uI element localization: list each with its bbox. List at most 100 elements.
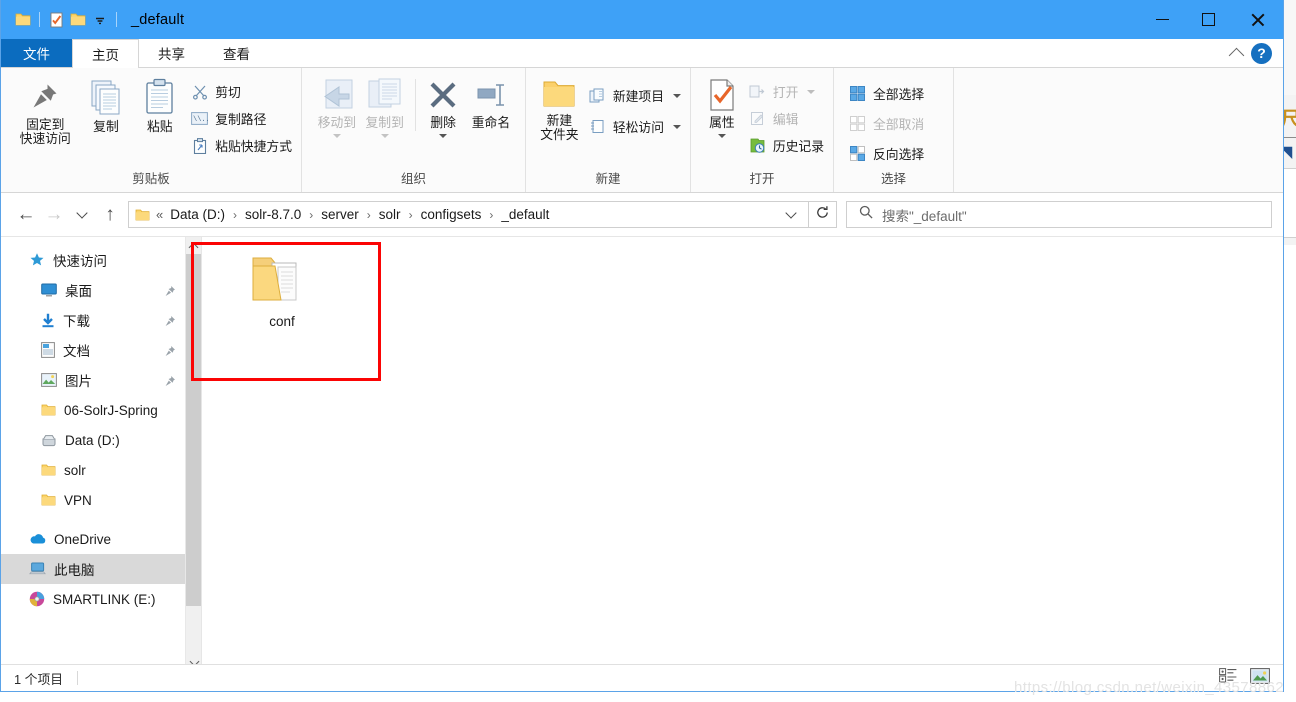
properties-check-icon[interactable] [45, 9, 67, 31]
new-folder-label-1: 新建 [546, 113, 573, 128]
new-folder-icon[interactable] [67, 9, 89, 31]
scrollbar-thumb[interactable] [186, 254, 202, 606]
select-all-button[interactable]: 全部选择 [848, 82, 924, 105]
minimize-button[interactable] [1139, 0, 1185, 39]
folder-icon[interactable] [12, 9, 34, 31]
tab-file[interactable]: 文件 [1, 39, 72, 67]
paste-button[interactable]: 粘贴 [136, 75, 183, 134]
ribbon-group-open: 属性 打开 编辑 历史记录 打开 [691, 68, 834, 192]
breadcrumb-item-3[interactable]: solr [378, 207, 402, 222]
pin-icon[interactable] [164, 314, 176, 332]
up-button[interactable]: ↑ [96, 201, 124, 229]
sidebar-item-documents[interactable]: 文档 [1, 335, 185, 365]
breadcrumb-sep-4[interactable]: › [489, 208, 493, 222]
breadcrumb-item-0[interactable]: Data (D:) [169, 207, 226, 222]
open-label: 打开 [772, 85, 799, 100]
open-caret-icon[interactable] [807, 89, 816, 94]
easy-access-caret-icon[interactable] [673, 124, 681, 129]
customize-qat-dropdown-icon[interactable] [89, 9, 111, 31]
rename-icon [473, 78, 509, 112]
scroll-up-button[interactable] [186, 237, 201, 254]
large-icons-view-button[interactable] [1248, 667, 1271, 688]
sidebar-label-downloads: 下载 [63, 314, 90, 329]
new-folder-label-2: 文件夹 [540, 127, 579, 143]
sidebar-item-solr[interactable]: solr [1, 455, 185, 485]
delete-caret-icon[interactable] [439, 134, 448, 139]
forward-button[interactable]: → [40, 201, 68, 229]
history-icon [748, 138, 767, 153]
cut-button[interactable]: 剪切 [190, 80, 292, 103]
new-item-button[interactable]: 新建项目 [588, 84, 681, 107]
edit-button[interactable]: 编辑 [748, 107, 824, 130]
search-input[interactable]: 搜索"_default" [846, 201, 1272, 228]
pin-icon[interactable] [164, 344, 176, 362]
easy-access-button[interactable]: 轻松访问 [588, 115, 681, 138]
sidebar-label-smartlink-e: SMARTLINK (E:) [53, 591, 156, 607]
refresh-button[interactable] [809, 201, 837, 228]
copy-to-caret-icon[interactable] [380, 134, 389, 139]
new-folder-button[interactable]: 新建 文件夹 [537, 75, 582, 142]
list-item[interactable]: conf [230, 252, 334, 356]
move-to-icon [318, 78, 356, 112]
tab-view[interactable]: 查看 [204, 39, 269, 67]
sidebar-item-this-pc[interactable]: 此电脑 [1, 554, 185, 584]
sidebar-item-desktop[interactable]: 桌面 [1, 275, 185, 305]
breadcrumb-item-2[interactable]: server [320, 207, 360, 222]
breadcrumb-dropdown-button[interactable] [778, 206, 804, 219]
window-title: _default [131, 11, 185, 28]
select-none-button[interactable]: 全部取消 [848, 112, 924, 135]
new-item-caret-icon[interactable] [673, 93, 681, 98]
breadcrumb[interactable]: « Data (D:) › solr-8.7.0 › server › solr… [128, 201, 809, 228]
delete-button[interactable]: 删除 [422, 75, 463, 139]
new-small-buttons: 新建项目 轻松访问 [588, 75, 681, 138]
properties-caret-icon[interactable] [717, 134, 726, 139]
breadcrumb-overflow[interactable]: « [156, 207, 163, 222]
file-list-view[interactable]: conf [201, 237, 1283, 671]
copy-to-label: 复制到 [365, 115, 404, 130]
close-button[interactable] [1231, 0, 1283, 39]
sidebar-item-pictures[interactable]: 图片 [1, 365, 185, 395]
pin-icon[interactable] [164, 284, 176, 302]
breadcrumb-item-4[interactable]: configsets [420, 207, 483, 222]
breadcrumb-sep-1[interactable]: › [309, 208, 313, 222]
breadcrumb-item-1[interactable]: solr-8.7.0 [244, 207, 302, 222]
invert-selection-button[interactable]: 反向选择 [848, 142, 924, 165]
copy-button[interactable]: 复制 [83, 75, 130, 134]
view-mode-buttons [1216, 667, 1283, 688]
sidebar-item-quick-access[interactable]: 快速访问 [1, 245, 185, 275]
breadcrumb-sep-2[interactable]: › [367, 208, 371, 222]
documents-icon [41, 342, 55, 358]
pin-to-quick-access-button[interactable]: 固定到 快速访问 [15, 75, 76, 146]
move-to-button[interactable]: 移动到 [314, 75, 360, 139]
pin-icon[interactable] [164, 374, 176, 392]
breadcrumb-sep-3[interactable]: › [409, 208, 413, 222]
tab-share[interactable]: 共享 [139, 39, 204, 67]
sidebar-item-smartlink-e[interactable]: SMARTLINK (E:) [1, 584, 185, 614]
open-button[interactable]: 打开 [748, 80, 824, 103]
ribbon-group-organize: 移动到 复制到 删除 重命名 组织 [302, 68, 526, 192]
rename-button[interactable]: 重命名 [466, 75, 516, 130]
help-icon[interactable]: ? [1251, 42, 1272, 64]
sidebar-item-downloads[interactable]: 下载 [1, 305, 185, 335]
title-bar[interactable]: _default [1, 0, 1283, 39]
breadcrumb-sep-0[interactable]: › [233, 208, 237, 222]
paste-shortcut-button[interactable]: 粘贴快捷方式 [190, 134, 292, 157]
chevron-up-icon[interactable] [1228, 47, 1245, 63]
details-view-button[interactable] [1216, 668, 1239, 688]
recent-locations-button[interactable] [68, 201, 96, 229]
sidebar-item-data-d[interactable]: Data (D:) [1, 425, 185, 455]
cd-drive-icon [29, 591, 45, 607]
move-to-caret-icon[interactable] [332, 134, 341, 139]
tab-home[interactable]: 主页 [72, 39, 139, 68]
sidebar-item-06-solrj-spring[interactable]: 06-SolrJ-Spring [1, 395, 185, 425]
properties-button[interactable]: 属性 [702, 75, 742, 139]
maximize-button[interactable] [1185, 0, 1231, 39]
breadcrumb-item-5[interactable]: _default [500, 207, 550, 222]
back-button[interactable]: ← [12, 201, 40, 229]
sidebar-item-onedrive[interactable]: OneDrive [1, 524, 185, 554]
copy-to-button[interactable]: 复制到 [362, 75, 408, 139]
history-button[interactable]: 历史记录 [748, 134, 824, 157]
navigation-pane-scrollbar[interactable] [185, 237, 202, 671]
sidebar-item-vpn[interactable]: VPN [1, 485, 185, 515]
copy-path-button[interactable]: \\.. 复制路径 [190, 107, 292, 130]
